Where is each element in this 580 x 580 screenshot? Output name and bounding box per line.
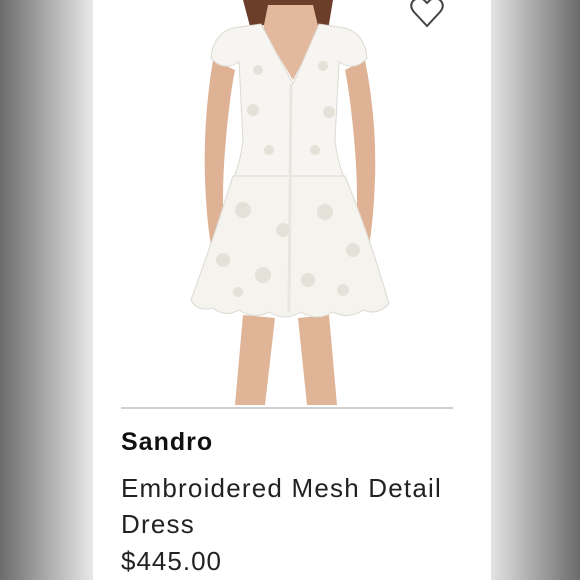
product-title[interactable]: Embroidered Mesh Detail Dress <box>121 470 461 542</box>
heart-outline-icon[interactable] <box>409 0 445 30</box>
product-image[interactable] <box>93 0 491 405</box>
divider <box>121 407 453 409</box>
brand-name[interactable]: Sandro <box>121 428 213 457</box>
product-price: $445.00 <box>121 546 222 576</box>
product-card[interactable]: Sandro Embroidered Mesh Detail Dress $44… <box>93 0 491 580</box>
